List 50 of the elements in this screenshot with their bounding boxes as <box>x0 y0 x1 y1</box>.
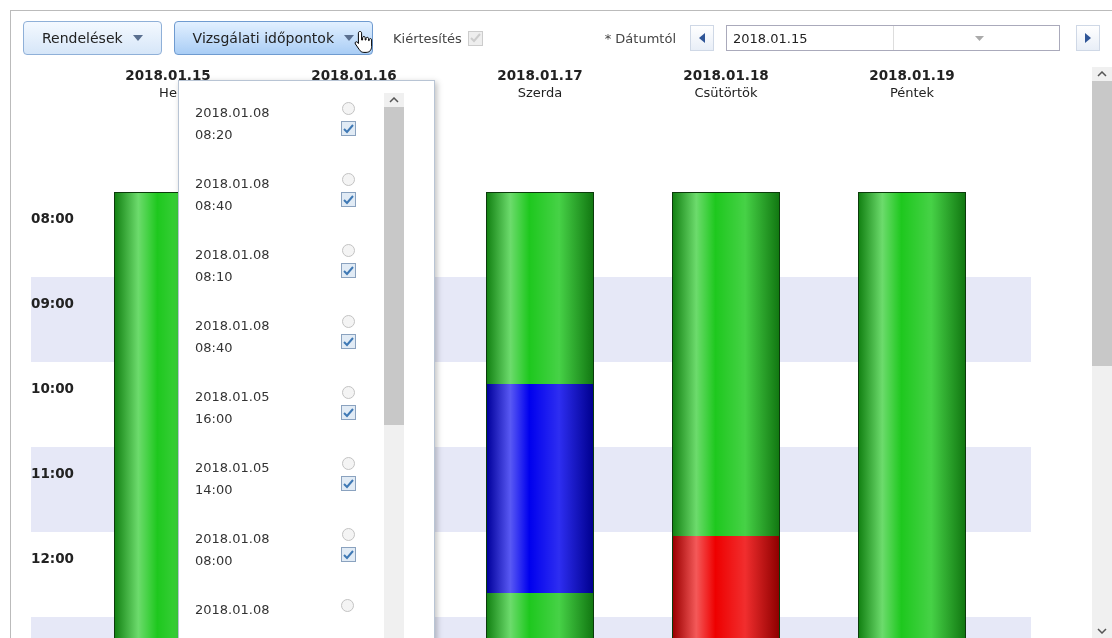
caret-icon <box>344 35 354 41</box>
checkbox[interactable] <box>341 547 356 562</box>
caret-icon <box>132 35 143 41</box>
date-from-label: * Dátumtól <box>604 30 676 46</box>
weekday: Csütörtök <box>694 84 758 101</box>
right-arrow-icon <box>1085 33 1091 43</box>
schedule-block[interactable] <box>487 384 593 594</box>
checkbox[interactable] <box>341 121 356 136</box>
day-date: 2018.01.19 <box>869 67 955 84</box>
schedule-block[interactable] <box>487 593 593 638</box>
left-arrow-icon <box>699 33 705 43</box>
checkbox[interactable] <box>341 405 356 420</box>
radio-button[interactable] <box>342 173 355 186</box>
hour-label: 12:00 <box>31 549 74 566</box>
caret-icon <box>974 35 984 41</box>
checkbox[interactable] <box>341 334 356 349</box>
checkbox[interactable] <box>341 263 356 278</box>
hour-label: 10:00 <box>31 379 74 396</box>
day-date: 2018.01.18 <box>683 67 769 84</box>
weekday: Péntek <box>889 84 935 101</box>
previous-button[interactable] <box>690 25 714 51</box>
next-button[interactable] <box>1076 25 1100 51</box>
checkbox[interactable] <box>341 192 356 207</box>
scrollbar[interactable] <box>1092 67 1112 638</box>
hour-label: 08:00 <box>31 209 74 226</box>
radio-button[interactable] <box>342 102 355 115</box>
scrollbar[interactable] <box>384 93 404 638</box>
schedule-block[interactable] <box>673 193 779 536</box>
day-date: 2018.01.16 <box>311 67 397 84</box>
weekday: Szerda <box>517 84 563 101</box>
schedule-block[interactable] <box>859 193 965 638</box>
hour-label: 09:00 <box>31 294 74 311</box>
hour-label: 11:00 <box>31 464 74 481</box>
hand-cursor-icon <box>354 30 374 54</box>
radio-button[interactable] <box>342 457 355 470</box>
radio-button[interactable] <box>342 244 355 257</box>
schedule-block[interactable] <box>673 535 779 638</box>
radio-button[interactable] <box>342 315 355 328</box>
notify-label: Kiértesítés <box>393 30 462 46</box>
day-date: 2018.01.15 <box>125 67 211 84</box>
radio-button[interactable] <box>342 528 355 541</box>
date-field[interactable]: 2018.01.15 <box>726 25 1060 51</box>
dropdown-button[interactable]: Vizsgálati időpontok <box>173 21 373 55</box>
schedule-block[interactable] <box>487 193 593 385</box>
checkbox[interactable] <box>341 476 356 491</box>
day-date: 2018.01.17 <box>497 67 583 84</box>
radio-button[interactable] <box>341 599 354 612</box>
weekday: He <box>159 84 177 101</box>
dropdown-button[interactable]: Rendelések <box>23 21 162 55</box>
radio-button[interactable] <box>342 386 355 399</box>
